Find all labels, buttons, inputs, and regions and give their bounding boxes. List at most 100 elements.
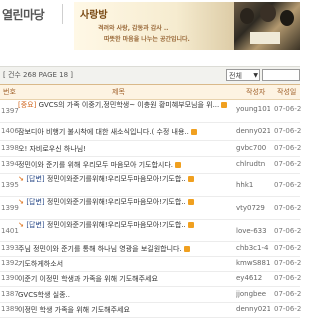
- post-number: 1401: [1, 227, 19, 235]
- post-title[interactable]: [중요] GVCS의 가족 이중기,정민학생~ 이충원 황미혜부모님을 위...: [18, 101, 232, 121]
- post-number: 1406: [1, 126, 19, 135]
- post-title-text[interactable]: GVCS의 가족 이중기,정민학생~ 이충원 황미혜부모님을 위...: [39, 101, 220, 109]
- post-date: 07-06-2: [274, 181, 302, 189]
- post-author: gvbc700: [236, 143, 267, 152]
- table-row[interactable]: 1387 GVCS학생 실종.. jjongbee 07-06-2: [0, 286, 302, 303]
- post-date: 07-06-2: [274, 160, 302, 168]
- table-row[interactable]: 1397 [중요] GVCS의 가족 이중기,정민학생~ 이충원 황미혜부모님을 …: [0, 99, 302, 123]
- post-number: 1387: [1, 289, 19, 298]
- table-row[interactable]: 1392 기도하게하소서 kmwS881 07-06-2: [0, 256, 302, 272]
- post-title-text[interactable]: 오! 자비로우신 하나님!: [18, 145, 86, 153]
- post-author: chb3c1-4: [236, 244, 269, 252]
- table-header: 번호 제목 작성자 작성일: [0, 84, 300, 100]
- board-toolbar: [ 건수 268 PAGE 18 ] 전체 ▼: [0, 66, 300, 85]
- reply-tag: [답변]: [26, 175, 47, 183]
- post-author: young101: [236, 105, 270, 113]
- post-title-text[interactable]: 정민이와준기를위해!우리모두마음모아!기도합..: [47, 175, 186, 183]
- post-date: 07-06-2: [274, 259, 302, 267]
- post-author: jjongbee: [236, 289, 267, 298]
- post-title-text[interactable]: 정민이와준기를위해!우리모두마음모아!기도합..: [47, 221, 186, 229]
- post-author: vty0729: [236, 204, 265, 212]
- table-row[interactable]: 1390 이준기 이정민 학생과 가족을 위해 기도해주세요 ey4612 07-06…: [0, 271, 302, 287]
- post-author: hhk1: [236, 181, 254, 189]
- post-count: [ 건수 268 PAGE 18 ]: [3, 71, 74, 79]
- post-date: 07-06-2: [274, 126, 302, 135]
- post-title[interactable]: GVCS학생 실종..: [18, 290, 232, 300]
- search-filter-value: 전체: [229, 72, 242, 80]
- post-date: 07-06-2: [274, 143, 302, 152]
- table-row[interactable]: 1395 ↘ [답변] 정민이와준기를위해!우리모두마음모아!기도합.. hhk1 0…: [0, 173, 302, 197]
- board-tagline-2: 따뜻한 마음을 나누는 공간입니다.: [104, 36, 190, 43]
- table-row[interactable]: 1401 ↘ [답변] 정민이와준기를위해!우리모두마음모아!기도합.. love-…: [0, 219, 302, 242]
- post-title[interactable]: ↘ [답변] 정민이와준기를위해!우리모두마음모아!기도합..: [18, 198, 232, 218]
- new-post-icon: [187, 222, 194, 228]
- header: 열린마당 사랑방 격려와 사랑, 감동과 감사 .. 따뜻한 마음을 나누는 공…: [0, 0, 300, 50]
- post-title[interactable]: 기도하게하소서: [18, 259, 232, 269]
- post-title-text[interactable]: 주님 정민이와 준기를 통해 하나님 영광을 보길원합니다.: [18, 245, 182, 253]
- table-row[interactable]: 1389 이정민 학생 가족을 위해 기도해주세요 denny021 07-06-2: [0, 302, 302, 318]
- notice-tag: [중요]: [18, 101, 39, 109]
- post-title-text[interactable]: 정민이와 준기를 위해 우리모두 마음모아 기도합시다.: [18, 161, 173, 169]
- post-number: 1393: [1, 244, 19, 252]
- search-input[interactable]: [262, 69, 300, 81]
- post-number: 1397: [1, 107, 19, 115]
- post-number: 1399: [1, 204, 19, 212]
- new-post-icon: [175, 162, 182, 168]
- post-author: denny021: [236, 305, 270, 313]
- post-title-text[interactable]: 잠보디아 비행기 불시착에 대한 새소식입니다.( 수정 내용..: [18, 128, 189, 136]
- post-date: 07-06-2: [274, 204, 302, 212]
- table-row[interactable]: 1393 주님 정민이와 준기를 통해 하나님 영광을 보길원합니다. chb3c1…: [0, 241, 301, 257]
- post-number: 1395: [1, 181, 19, 189]
- post-date: 07-06-2: [274, 105, 302, 113]
- post-author: chlrudtn: [236, 160, 266, 168]
- banner-photo: [234, 2, 300, 50]
- post-title[interactable]: 주님 정민이와 준기를 통해 하나님 영광을 보길원합니다.: [18, 244, 232, 254]
- post-title[interactable]: 이정민 학생 가족을 위해 기도해주세요: [18, 305, 232, 315]
- post-title[interactable]: 이준기 이정민 학생과 가족을 위해 기도해주세요: [18, 274, 232, 284]
- table-row[interactable]: 1406 잠보디아 비행기 불시착에 대한 새소식입니다.( 수정 내용.. den…: [0, 122, 302, 141]
- new-post-icon: [187, 176, 194, 182]
- post-number: 1398: [1, 143, 19, 152]
- post-number: 1392: [1, 259, 19, 267]
- post-date: 07-06-2: [274, 227, 302, 235]
- post-author: ey4612: [236, 274, 263, 282]
- column-no: 번호: [3, 88, 16, 96]
- post-title-text[interactable]: 기도하게하소서: [18, 260, 63, 268]
- search-filter-select[interactable]: 전체 ▼: [226, 69, 260, 81]
- board-title: 사랑방: [80, 10, 108, 21]
- post-title-text[interactable]: 정민이와준기를위해!우리모두마음모아!기도합..: [47, 198, 186, 206]
- post-title-text[interactable]: 이정민 학생 가족을 위해 기도해주세요: [18, 306, 130, 314]
- post-date: 07-06-2: [274, 289, 302, 298]
- table-row[interactable]: 1399 ↘ [답변] 정민이와준기를위해!우리모두마음모아!기도합.. vty07…: [0, 196, 302, 220]
- new-post-icon: [221, 102, 228, 108]
- post-title[interactable]: ↘ [답변] 정민이와준기를위해!우리모두마음모아!기도합..: [18, 175, 232, 195]
- column-title: 제목: [112, 88, 125, 96]
- post-author: kmwS881: [236, 259, 270, 267]
- reply-tag: [답변]: [26, 198, 47, 206]
- header-divider: [62, 4, 63, 24]
- post-date: 07-06-2: [274, 274, 302, 282]
- site-title[interactable]: 열린마당: [2, 6, 45, 23]
- post-author: love-633: [236, 227, 267, 235]
- post-number: 1389: [1, 305, 19, 313]
- column-date: 작성일: [277, 88, 297, 96]
- new-post-icon: [183, 246, 190, 252]
- post-author: denny021: [236, 126, 270, 135]
- post-title[interactable]: ↘ [답변] 정민이와준기를위해!우리모두마음모아!기도합..: [18, 221, 232, 240]
- board-tagline-1: 격려와 사랑, 감동과 감사 ..: [98, 25, 169, 32]
- post-title[interactable]: 정민이와 준기를 위해 우리모두 마음모아 기도합시다.: [18, 160, 232, 170]
- table-row[interactable]: 1394 정민이와 준기를 위해 우리모두 마음모아 기도합시다. chlrudtn…: [0, 156, 302, 174]
- post-title-text[interactable]: GVCS학생 실종..: [18, 291, 70, 299]
- post-title[interactable]: 잠보디아 비행기 불시착에 대한 새소식입니다.( 수정 내용..: [18, 127, 232, 137]
- post-number: 1394: [1, 160, 19, 168]
- post-number: 1390: [1, 274, 19, 282]
- post-title-text[interactable]: 이준기 이정민 학생과 가족을 위해 기도해주세요: [18, 275, 158, 283]
- reply-tag: [답변]: [26, 221, 47, 229]
- table-row[interactable]: 1398 오! 자비로우신 하나님! gvbc700 07-06-2: [0, 140, 302, 157]
- new-post-icon: [190, 128, 197, 135]
- column-author: 작성자: [246, 88, 266, 96]
- post-title[interactable]: 오! 자비로우신 하나님!: [18, 144, 232, 154]
- chevron-down-icon: ▼: [253, 72, 258, 79]
- new-post-icon: [187, 199, 194, 205]
- post-date: 07-06-2: [274, 305, 302, 313]
